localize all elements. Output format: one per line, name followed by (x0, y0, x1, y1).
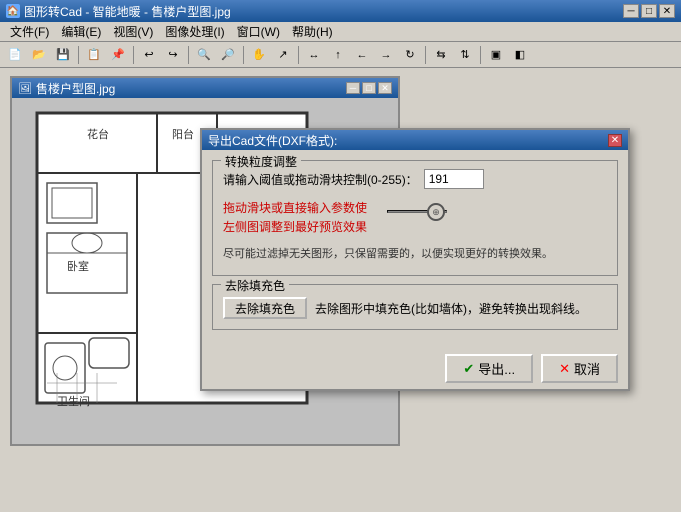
room-label-woshi: 卧室 (67, 258, 89, 274)
toolbar-new[interactable]: 📄 (4, 45, 26, 65)
x-icon: ✕ (559, 361, 570, 377)
menu-view[interactable]: 视图(V) (107, 22, 159, 41)
remove-fill-row: 去除填充色 去除图形中填充色(比如墙体)，避免转换出现斜线。 (223, 297, 607, 319)
fill-color-group: 去除填充色 去除填充色 去除图形中填充色(比如墙体)，避免转换出现斜线。 (212, 284, 618, 330)
fill-color-group-label: 去除填充色 (221, 277, 289, 294)
hint-block: 拖动滑块或直接输入参数使 左侧图调整到最好预览效果 (223, 195, 367, 241)
app-icon: 🏠 (6, 4, 20, 18)
toolbar-up[interactable]: ↑ (327, 45, 349, 65)
room-label-weishengjian: 卫生间 (57, 393, 90, 409)
app-title: 图形转Cad - 智能地暖 - 售楼户型图.jpg (24, 3, 231, 20)
threshold-row: 请输入阈值或拖动滑块控制(0-255)： (223, 169, 607, 189)
toolbar-sep5 (298, 46, 299, 64)
menu-window[interactable]: 窗口(W) (231, 22, 286, 41)
toolbar-arrows[interactable]: ↔ (303, 45, 325, 65)
toolbar: 📄 📂 💾 📋 📌 ↩ ↪ 🔍 🔎 ✋ ↗ ↔ ↑ ← → ↻ ⇆ ⇅ ▣ ◧ (0, 42, 681, 68)
main-area: 🖼 售楼户型图.jpg ─ □ ✕ (0, 68, 681, 512)
slider-thumb[interactable]: ⊕ (427, 203, 445, 221)
toolbar-save[interactable]: 💾 (52, 45, 74, 65)
cancel-label: 取消 (574, 359, 600, 378)
room-label-yangtai: 阳台 (172, 126, 194, 142)
inner-minimize[interactable]: ─ (346, 82, 360, 94)
toolbar-sep2 (133, 46, 134, 64)
toolbar-copy[interactable]: 📋 (83, 45, 105, 65)
toolbar-flip-v[interactable]: ⇅ (454, 45, 476, 65)
conversion-group: 转换粒度调整 请输入阈值或拖动滑块控制(0-255)： 拖动滑块或直接输入参数使… (212, 160, 618, 276)
toolbar-forward[interactable]: → (375, 45, 397, 65)
minimize-button[interactable]: ─ (623, 4, 639, 18)
toolbar-sep7 (480, 46, 481, 64)
remove-fill-button[interactable]: 去除填充色 (223, 297, 307, 319)
menu-help[interactable]: 帮助(H) (286, 22, 339, 41)
toolbar-sep4 (243, 46, 244, 64)
toolbar-zoom-in[interactable]: 🔍 (193, 45, 215, 65)
threshold-input[interactable] (424, 169, 484, 189)
dialog-title-text: 导出Cad文件(DXF格式): (208, 132, 337, 149)
menu-file[interactable]: 文件(F) (4, 22, 55, 41)
toolbar-sep3 (188, 46, 189, 64)
dialog-body: 转换粒度调整 请输入阈值或拖动滑块控制(0-255)： 拖动滑块或直接输入参数使… (202, 150, 628, 348)
inner-title-controls: ─ □ ✕ (346, 82, 392, 94)
title-bar: 🏠 图形转Cad - 智能地暖 - 售楼户型图.jpg ─ □ ✕ (0, 0, 681, 22)
hint-text: 拖动滑块或直接输入参数使 左侧图调整到最好预览效果 (223, 199, 367, 237)
export-button[interactable]: ✔ 导出... (445, 354, 533, 383)
inner-window-title: 售楼户型图.jpg (36, 80, 115, 97)
toolbar-back[interactable]: ← (351, 45, 373, 65)
menu-edit[interactable]: 编辑(E) (55, 22, 107, 41)
toolbar-rotate[interactable]: ↻ (399, 45, 421, 65)
toolbar-paste[interactable]: 📌 (107, 45, 129, 65)
menu-bar: 文件(F) 编辑(E) 视图(V) 图像处理(I) 窗口(W) 帮助(H) (0, 22, 681, 42)
export-label: 导出... (478, 359, 515, 378)
toolbar-open[interactable]: 📂 (28, 45, 50, 65)
toolbar-flip-h[interactable]: ⇆ (430, 45, 452, 65)
title-bar-controls: ─ □ ✕ (623, 4, 675, 18)
toolbar-zoom-out[interactable]: 🔎 (217, 45, 239, 65)
conversion-group-label: 转换粒度调整 (221, 153, 301, 170)
inner-maximize[interactable]: □ (362, 82, 376, 94)
close-button[interactable]: ✕ (659, 4, 675, 18)
room-label-huatai: 花台 (87, 126, 109, 142)
export-dialog: 导出Cad文件(DXF格式): ✕ 转换粒度调整 请输入阈值或拖动滑块控制(0-… (200, 128, 630, 391)
toolbar-select[interactable]: ↗ (272, 45, 294, 65)
slider-container: ⊕ (387, 201, 447, 221)
cancel-button[interactable]: ✕ 取消 (541, 354, 618, 383)
dialog-title-bar: 导出Cad文件(DXF格式): ✕ (202, 130, 628, 150)
toolbar-redo[interactable]: ↪ (162, 45, 184, 65)
toolbar-sep1 (78, 46, 79, 64)
toolbar-extra1[interactable]: ▣ (485, 45, 507, 65)
toolbar-pan[interactable]: ✋ (248, 45, 270, 65)
slider-wrapper[interactable]: ⊕ (387, 201, 447, 221)
maximize-button[interactable]: □ (641, 4, 657, 18)
hint-line1: 拖动滑块或直接输入参数使 (223, 201, 367, 215)
inner-close[interactable]: ✕ (378, 82, 392, 94)
checkmark-icon: ✔ (463, 361, 474, 377)
hint-slider-row: 拖动滑块或直接输入参数使 左侧图调整到最好预览效果 ⊕ (223, 195, 607, 241)
dialog-footer: ✔ 导出... ✕ 取消 (202, 348, 628, 389)
threshold-label: 请输入阈值或拖动滑块控制(0-255)： (223, 171, 418, 188)
toolbar-sep6 (425, 46, 426, 64)
toolbar-undo[interactable]: ↩ (138, 45, 160, 65)
hint-line2: 左侧图调整到最好预览效果 (223, 220, 367, 234)
fill-description: 去除图形中填充色(比如墙体)，避免转换出现斜线。 (315, 300, 587, 317)
slider-thumb-icon: ⊕ (432, 207, 440, 218)
toolbar-extra2[interactable]: ◧ (509, 45, 531, 65)
inner-title-bar: 🖼 售楼户型图.jpg ─ □ ✕ (12, 78, 398, 98)
small-hint: 尽可能过滤掉无关图形，只保留需要的，以便实现更好的转换效果。 (223, 245, 607, 261)
menu-image[interactable]: 图像处理(I) (159, 22, 230, 41)
dialog-close-button[interactable]: ✕ (608, 134, 622, 147)
